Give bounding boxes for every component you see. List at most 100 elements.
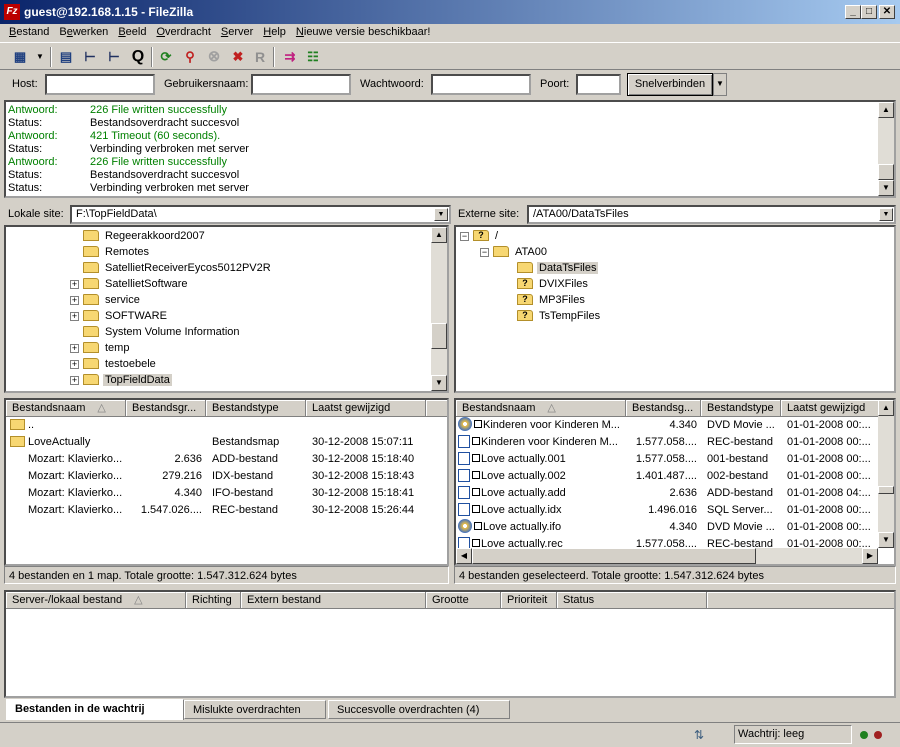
log-scrollbar[interactable]: ▲ ▼ — [878, 102, 894, 196]
queue-column-header[interactable]: Richting — [186, 592, 241, 609]
disconnect-icon[interactable]: ✖ — [228, 47, 248, 67]
log-scroll-thumb[interactable] — [878, 164, 894, 180]
local-path-dropdown-icon[interactable]: ▼ — [434, 208, 448, 221]
file-row[interactable]: Mozart: Klavierko... 2.636 ADD-bestand 30-1… — [6, 451, 447, 468]
file-row[interactable]: .. — [6, 417, 447, 434]
tab-queue-1[interactable]: Mislukte overdrachten — [184, 700, 326, 719]
local-tree-scroll-thumb[interactable] — [431, 323, 447, 349]
local-tree-scrollbar[interactable]: ▲ ▼ — [431, 227, 447, 391]
process-queue-icon[interactable]: ⚲ — [180, 47, 200, 67]
scroll-left-icon[interactable]: ◀ — [456, 548, 472, 564]
tree-item[interactable]: + SOFTWARE — [70, 308, 169, 324]
queue-column-header[interactable]: Status — [557, 592, 707, 609]
remote-list-scroll-thumb[interactable] — [878, 486, 894, 494]
scroll-up-icon[interactable]: ▲ — [431, 227, 447, 243]
toggle-log-icon[interactable]: ▤ — [56, 47, 76, 67]
synchronized-browsing-icon[interactable]: ☷ — [303, 47, 323, 67]
scroll-down-icon[interactable]: ▼ — [878, 180, 894, 196]
filezilla-app-icon[interactable]: Fz — [4, 4, 20, 20]
tree-item[interactable]: ? TsTempFiles — [504, 308, 602, 324]
queue-column-header[interactable]: Server-/lokaal bestand △ — [6, 592, 186, 609]
username-input[interactable] — [251, 74, 351, 95]
expand-icon[interactable]: − — [480, 247, 489, 257]
file-row[interactable]: LoveActually Bestandsmap 30-12-2008 15:07:… — [6, 434, 447, 451]
tree-item[interactable]: + TopFieldData — [70, 372, 172, 388]
local-column-header[interactable]: Bestandsgr... — [126, 400, 206, 417]
remote-path-dropdown-icon[interactable]: ▼ — [879, 208, 893, 221]
file-row[interactable]: Mozart: Klavierko... 279.216 IDX-bestand 30… — [6, 468, 447, 485]
expand-icon[interactable]: + — [70, 295, 79, 305]
file-row[interactable]: Kinderen voor Kinderen M... 1.577.058....… — [456, 434, 878, 451]
menu-item[interactable]: Overdracht — [151, 24, 215, 41]
menu-item[interactable]: Help — [258, 24, 291, 41]
toggle-remote-tree-icon[interactable]: ⊢ — [104, 47, 124, 67]
tree-item[interactable]: SatellietReceiverEycos5012PV2R — [70, 260, 273, 276]
file-row[interactable]: Love actually.001 1.577.058.... 001-bestan… — [456, 451, 878, 468]
file-row[interactable]: Love actually.002 1.401.487.... 002-bestan… — [456, 468, 878, 485]
tree-item[interactable]: + service — [70, 292, 142, 308]
menu-item[interactable]: Beeld — [113, 24, 151, 41]
password-input[interactable] — [431, 74, 531, 95]
scroll-up-icon[interactable]: ▲ — [878, 400, 894, 416]
cancel-icon[interactable]: ⊗ — [204, 47, 224, 67]
expand-icon[interactable]: + — [70, 311, 79, 321]
file-row[interactable]: Mozart: Klavierko... 1.547.026.... REC-bes… — [6, 502, 447, 519]
expand-icon[interactable]: + — [70, 343, 79, 353]
expand-icon[interactable]: + — [70, 375, 79, 385]
minimize-button[interactable]: _ — [845, 5, 861, 19]
local-column-header[interactable]: Laatst gewijzigd — [306, 400, 426, 417]
tree-item[interactable]: DataTsFiles — [504, 260, 599, 276]
file-row[interactable]: Mozart: Klavierko... 4.340 IFO-bestand 30-1… — [6, 485, 447, 502]
tree-item[interactable]: − ATA00 — [480, 244, 549, 260]
remote-column-header[interactable]: Bestandsg... — [626, 400, 701, 417]
menu-item[interactable]: Server — [216, 24, 258, 41]
refresh-icon[interactable]: ⟳ — [156, 47, 176, 67]
scroll-down-icon[interactable]: ▼ — [878, 532, 894, 548]
scroll-up-icon[interactable]: ▲ — [878, 102, 894, 118]
local-column-header[interactable]: Bestandsnaam △ — [6, 400, 126, 417]
expand-icon[interactable]: + — [70, 279, 79, 289]
file-row[interactable]: Kinderen voor Kinderen M... 4.340 DVD Movi… — [456, 417, 878, 434]
tree-item[interactable]: + temp — [70, 340, 131, 356]
local-path-input[interactable]: F:\TopFieldData\ ▼ — [70, 205, 451, 224]
tree-item[interactable]: ? MP3Files — [504, 292, 587, 308]
toggle-queue-icon[interactable]: Q — [128, 47, 148, 67]
menu-item[interactable]: Bewerken — [54, 24, 113, 41]
remote-column-header[interactable]: Bestandstype — [701, 400, 781, 417]
expand-icon[interactable]: + — [70, 359, 79, 369]
tab-queue-0[interactable]: Bestanden in de wachtrij — [6, 699, 184, 720]
remote-list-hscroll-thumb[interactable] — [472, 548, 756, 564]
quickconnect-button[interactable]: Snelverbinden — [627, 73, 713, 96]
tree-item[interactable]: System Volume Information — [70, 324, 242, 340]
port-input[interactable] — [576, 74, 621, 95]
toggle-local-tree-icon[interactable]: ⊢ — [80, 47, 100, 67]
tree-item[interactable]: Regeerakkoord2007 — [70, 228, 207, 244]
tree-item[interactable]: + testoebele — [70, 356, 158, 372]
tree-item[interactable]: ? DVIXFiles — [504, 276, 590, 292]
remote-list-scrollbar[interactable]: ▲ ▼ — [878, 400, 894, 548]
tab-queue-2[interactable]: Succesvolle overdrachten (4) — [328, 700, 510, 719]
queue-column-header[interactable]: Extern bestand — [241, 592, 426, 609]
maximize-button[interactable]: □ — [861, 5, 877, 19]
menu-item[interactable]: Nieuwe versie beschikbaar! — [291, 24, 436, 41]
file-row[interactable]: Love actually.ifo 4.340 DVD Movie ... 01-01… — [456, 519, 878, 536]
tree-item[interactable]: Remotes — [70, 244, 151, 260]
close-button[interactable]: ✕ — [879, 5, 895, 19]
remote-list-hscrollbar[interactable]: ◀ ▶ — [456, 548, 878, 564]
queue-column-header[interactable]: Grootte — [426, 592, 501, 609]
queue-column-header[interactable]: Prioriteit — [501, 592, 557, 609]
local-column-header[interactable]: Bestandstype — [206, 400, 306, 417]
site-manager-dropdown-icon[interactable]: ▼ — [30, 47, 50, 67]
tree-item[interactable]: + SatellietSoftware — [70, 276, 190, 292]
file-row[interactable]: Love actually.add 2.636 ADD-bestand 01-01-2… — [456, 485, 878, 502]
scroll-right-icon[interactable]: ▶ — [862, 548, 878, 564]
menu-item[interactable]: Bestand — [4, 24, 54, 41]
remote-column-header[interactable]: Bestandsnaam △ — [456, 400, 626, 417]
host-input[interactable] — [45, 74, 155, 95]
reconnect-icon[interactable]: R — [250, 47, 270, 67]
remote-path-input[interactable]: /ATA00/DataTsFiles ▼ — [527, 205, 896, 224]
file-row[interactable]: Love actually.idx 1.496.016 SQL Server... 0… — [456, 502, 878, 519]
site-manager-icon[interactable]: ▦ — [10, 47, 30, 67]
remote-column-header[interactable]: Laatst gewijzigd — [781, 400, 891, 417]
expand-icon[interactable]: − — [460, 231, 469, 241]
